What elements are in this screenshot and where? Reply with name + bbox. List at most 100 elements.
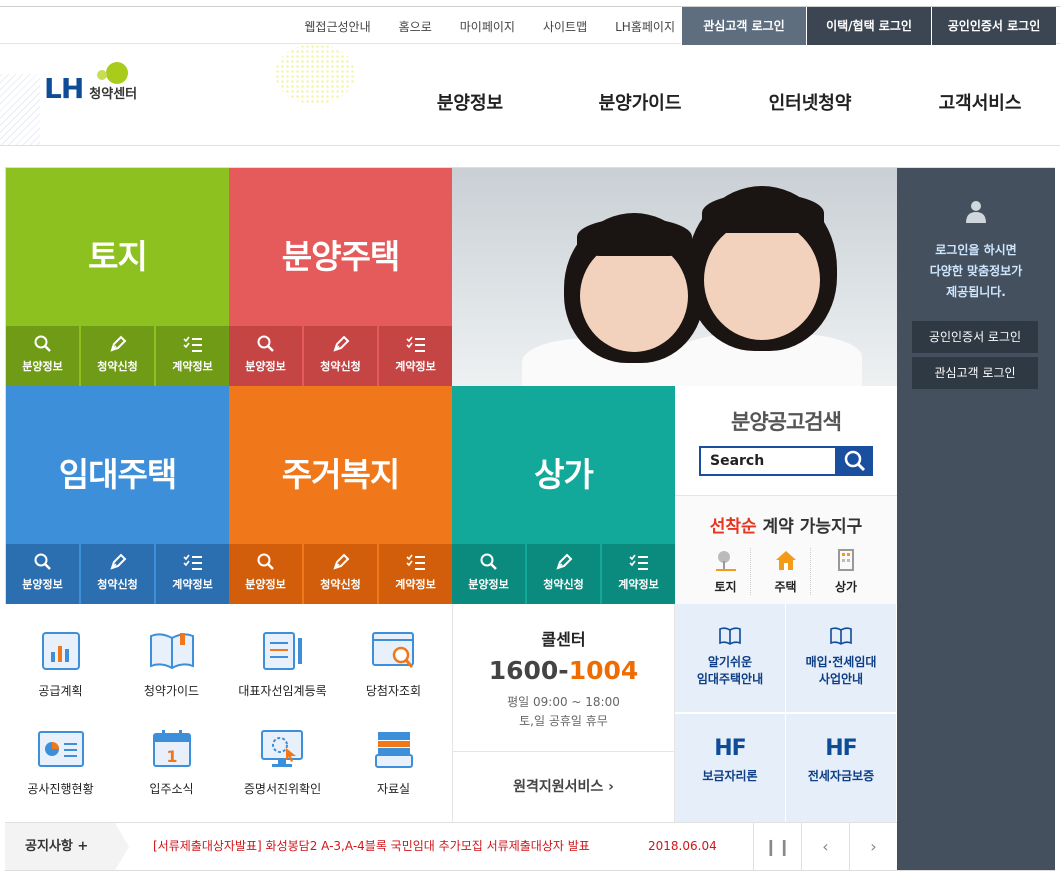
call-center: 콜센터 1600-1004 평일 09:00 ~ 18:00 토,일 공휴일 휴…: [452, 604, 675, 752]
first-come-items: 토지 주택 상가: [701, 548, 871, 595]
tile-store[interactable]: 상가 분양정보 청약신청 계약정보: [452, 386, 675, 604]
tile-sub-menu: 분양정보 청약신청 계약정보: [229, 544, 452, 604]
search-icon: [34, 335, 51, 352]
sub-contract-info[interactable]: 계약정보: [156, 326, 229, 386]
tile-land[interactable]: 토지분양정보 청약신청 계약정보: [6, 168, 229, 386]
sub-label: 분양정보: [22, 360, 63, 373]
tile-sub-menu: 분양정보 청약신청 계약정보: [229, 326, 452, 386]
sub-sale-info[interactable]: 분양정보: [6, 544, 79, 604]
side-cert-login-button[interactable]: 공인인증서 로그인: [912, 321, 1038, 353]
face-left: [580, 240, 688, 352]
pen-icon: [109, 553, 126, 570]
pause-icon: ❙❙: [764, 837, 791, 856]
sub-sale-info[interactable]: 분양정보: [6, 326, 79, 386]
jeonse-guarantee-link[interactable]: HF 전세자금보증: [786, 714, 896, 822]
tile-rental-house[interactable]: 임대주택 분양정보 청약신청 계약정보: [6, 386, 229, 604]
notice-prev-button[interactable]: ‹: [801, 823, 849, 870]
login-buttons: 관심고객 로그인 이택/협택 로그인 공인인증서 로그인: [681, 7, 1056, 45]
logo[interactable]: LH 청약센터: [44, 62, 138, 105]
link-mypage[interactable]: 마이페이지: [460, 18, 515, 35]
first-come-land[interactable]: 토지: [701, 548, 751, 595]
sub-apply[interactable]: 청약신청: [81, 544, 154, 604]
quick-certificate-verify[interactable]: 증명서진위확인: [227, 728, 338, 797]
link-lh-homepage[interactable]: LH홈페이지: [615, 18, 675, 35]
open-book-icon: [830, 627, 852, 645]
quick-representative-register[interactable]: 대표자선임계등록: [227, 630, 338, 699]
logo-brand: LH: [44, 72, 84, 105]
link-sitemap[interactable]: 사이트맵: [543, 18, 587, 35]
tile-housing-welfare[interactable]: 주거복지 분양정보 청약신청 계약정보: [229, 386, 452, 604]
customer-login-button[interactable]: 관심고객 로그인: [681, 7, 806, 45]
first-come-house[interactable]: 주택: [761, 548, 811, 595]
service-grid: 알기쉬운 임대주택안내 매입·전세임대 사업안내 HF 보금자리론 HF 전세자…: [675, 604, 897, 822]
quick-archive[interactable]: 자료실: [338, 728, 449, 797]
sub-apply[interactable]: 청약신청: [527, 544, 600, 604]
nav-sale-info[interactable]: 분양정보: [385, 44, 555, 144]
window-search-icon: [371, 632, 414, 668]
document-pen-icon: [262, 632, 302, 670]
tile-sub-menu: 분양정보 청약신청 계약정보: [6, 544, 229, 604]
sub-label: 계약정보: [172, 578, 213, 591]
header: LH 청약센터 분양정보 분양가이드 인터넷청약 고객서비스: [0, 44, 1060, 146]
tile-sub-menu: 분양정보 청약신청 계약정보: [6, 326, 229, 386]
notice-headline[interactable]: [서류제출대상자발표] 화성봉담2 A-3,A-4블록 국민임대 추가모집 서류…: [153, 823, 590, 870]
bogeumjari-loan-link[interactable]: HF 보금자리론: [675, 714, 785, 822]
remote-support-link[interactable]: 원격지원서비스 ›: [452, 752, 675, 822]
search-button[interactable]: [837, 446, 873, 476]
quick-winner-lookup[interactable]: 당첨자조회: [338, 630, 449, 699]
side-customer-login-button[interactable]: 관심고객 로그인: [912, 357, 1038, 389]
chart-doc-icon: [41, 632, 80, 670]
tile-sale-house[interactable]: 분양주택분양정보 청약신청 계약정보: [229, 168, 452, 386]
top-utility-bar: 웹접근성안내 홈으로 마이페이지 사이트맵 LH홈페이지 관심고객 로그인 이택…: [0, 6, 1060, 45]
house-icon: [775, 551, 796, 570]
chevron-left-icon: ‹: [822, 837, 829, 856]
notice-date: 2018.06.04: [648, 839, 717, 853]
search-icon: [257, 553, 274, 570]
checklist-icon: [405, 554, 425, 570]
logo-subtitle: 청약센터: [89, 87, 138, 102]
sub-sale-info[interactable]: 분양정보: [452, 544, 525, 604]
search-input[interactable]: Search: [699, 446, 837, 476]
purchase-lease-guide-link[interactable]: 매입·전세임대 사업안내: [786, 604, 896, 712]
nav-customer-service[interactable]: 고객서비스: [895, 44, 1060, 144]
checklist-icon: [182, 336, 202, 352]
login-message: 로그인을 하시면 다양한 맞춤정보가 제공됩니다.: [929, 243, 1023, 299]
partner-login-button[interactable]: 이택/협택 로그인: [806, 7, 931, 45]
quick-apply-guide[interactable]: 청약가이드: [116, 630, 227, 699]
sub-sale-info[interactable]: 분양정보: [229, 544, 302, 604]
checklist-icon: [182, 554, 202, 570]
hero-photo: [452, 168, 897, 386]
sub-contract-info[interactable]: 계약정보: [602, 544, 675, 604]
sub-label: 계약정보: [172, 360, 213, 373]
nav-sale-guide[interactable]: 분양가이드: [555, 44, 725, 144]
quick-move-in-news[interactable]: 1 입주소식: [116, 728, 227, 797]
sub-contract-info[interactable]: 계약정보: [379, 326, 452, 386]
header-decoration-lines: [0, 74, 40, 145]
sub-apply[interactable]: 청약신청: [304, 326, 377, 386]
pen-icon: [332, 335, 349, 352]
sub-contract-info[interactable]: 계약정보: [156, 544, 229, 604]
main-nav: 분양정보 분양가이드 인터넷청약 고객서비스: [385, 44, 1060, 144]
link-accessibility[interactable]: 웹접근성안내: [304, 18, 370, 35]
quick-supply-plan[interactable]: 공급계획: [5, 630, 116, 699]
sub-apply[interactable]: 청약신청: [81, 326, 154, 386]
rental-guide-link[interactable]: 알기쉬운 임대주택안내: [675, 604, 785, 712]
notice-label[interactable]: 공지사항 +: [5, 823, 115, 870]
pen-icon: [109, 335, 126, 352]
svg-text:1: 1: [166, 747, 177, 766]
quick-construction-status[interactable]: 공사진행현황: [5, 728, 116, 797]
tile-title: 토지: [88, 237, 148, 276]
notice-pause-button[interactable]: ❙❙: [753, 823, 801, 870]
sub-sale-info[interactable]: 분양정보: [229, 326, 302, 386]
sub-contract-info[interactable]: 계약정보: [379, 544, 452, 604]
cert-login-button[interactable]: 공인인증서 로그인: [931, 7, 1056, 45]
first-come-store[interactable]: 상가: [821, 548, 871, 595]
sub-label: 청약신청: [543, 578, 584, 591]
pen-icon: [332, 553, 349, 570]
notice-next-button[interactable]: ›: [849, 823, 897, 870]
nav-internet-apply[interactable]: 인터넷청약: [725, 44, 895, 144]
sub-label: 분양정보: [22, 578, 63, 591]
link-home[interactable]: 홈으로: [399, 18, 432, 35]
tile-title: 분양주택: [281, 237, 400, 276]
sub-apply[interactable]: 청약신청: [304, 544, 377, 604]
